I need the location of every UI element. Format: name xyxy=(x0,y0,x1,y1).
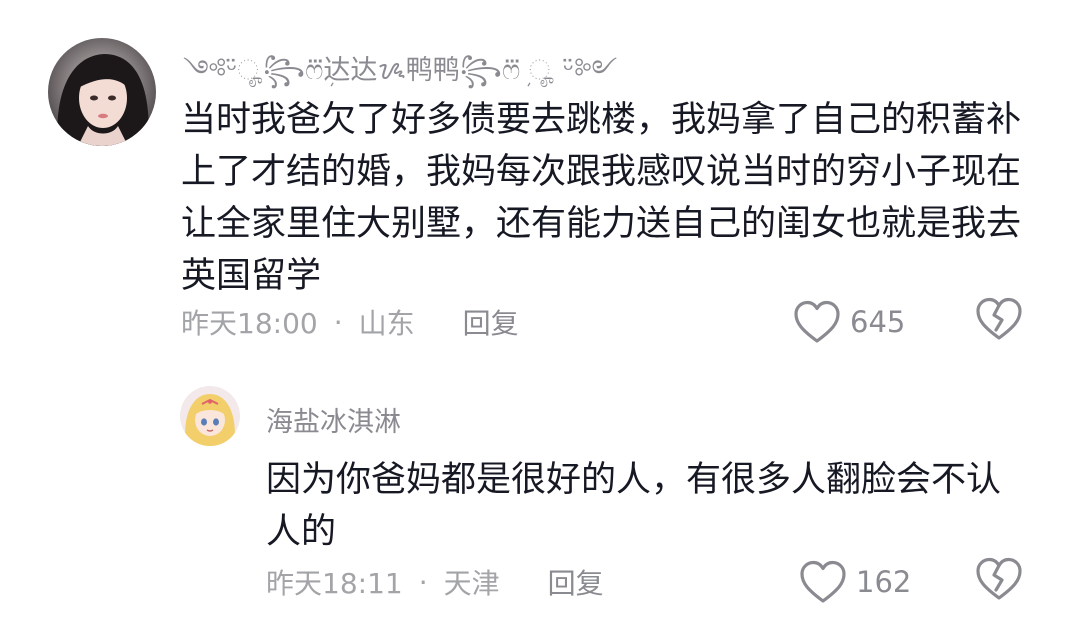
heart-icon xyxy=(800,560,846,603)
reply-button[interactable]: 回复 xyxy=(548,562,604,602)
comment-item: ༺ᵕ̈ೄ꧂ෆܼ⃛达达ᝰ鸭鸭꧂ෆܼ⃛ ೄ ᵕ̈༻ 当时我爸欠了好多债要去跳楼，我妈… xyxy=(0,0,1080,360)
comment-location: 山东 xyxy=(358,307,415,340)
separator-dot: · xyxy=(333,305,343,339)
like-count: 645 xyxy=(850,305,906,339)
comment-meta: 昨天18:11 · 天津 回复 xyxy=(266,560,604,604)
comment-text: 当时我爸欠了好多债要去跳楼，我妈拿了自己的积蓄补上了才结的婚，我妈每次跟我感叹说… xyxy=(181,100,1022,296)
broken-heart-icon xyxy=(976,297,1022,340)
like-count: 162 xyxy=(856,565,912,599)
user-avatar[interactable] xyxy=(48,38,156,146)
like-button[interactable]: 645 xyxy=(792,296,905,348)
dislike-button[interactable] xyxy=(974,556,1024,606)
username[interactable]: 海盐冰淇淋 xyxy=(266,400,401,439)
reply-item: 海盐冰淇淋 因为你爸妈都是很好的人，有很多人翻脸会不认人的 昨天18:11 · … xyxy=(0,370,1080,630)
comment-meta: 昨天18:00 · 山东 回复 xyxy=(181,300,519,344)
reply-button[interactable]: 回复 xyxy=(463,302,519,342)
separator-dot: · xyxy=(418,565,428,599)
comment-text: 因为你爸妈都是很好的人，有很多人翻脸会不认人的 xyxy=(266,460,1002,552)
comment-time: 昨天18:11 xyxy=(266,567,403,600)
user-avatar[interactable] xyxy=(180,386,240,446)
comment-time: 昨天18:00 xyxy=(181,307,318,340)
heart-icon xyxy=(794,300,840,343)
comment-location: 天津 xyxy=(443,567,500,600)
like-button[interactable]: 162 xyxy=(798,556,911,608)
broken-heart-icon xyxy=(976,557,1022,600)
dislike-button[interactable] xyxy=(974,296,1024,346)
